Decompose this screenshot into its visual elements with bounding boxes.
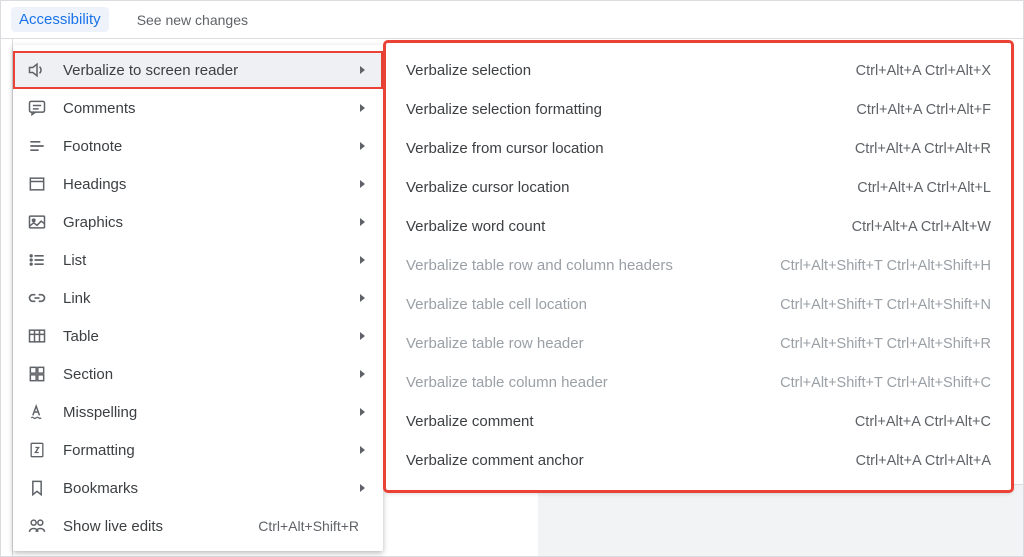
menu-item-label: List (63, 252, 360, 269)
submenu-item-shortcut: Ctrl+Alt+A Ctrl+Alt+W (852, 219, 991, 235)
submenu-item-label: Verbalize table row and column headers (406, 257, 673, 274)
submenu-item-label: Verbalize cursor location (406, 179, 569, 196)
submenu-item-verbalize-table-row-header: Verbalize table row header Ctrl+Alt+Shift… (386, 324, 1011, 363)
menu-item-list[interactable]: List (13, 241, 383, 279)
submenu-arrow-icon (360, 142, 365, 150)
menu-item-verbalize-to-screen-reader[interactable]: Verbalize to screen reader (13, 51, 383, 89)
table-icon (27, 326, 47, 346)
submenu-item-shortcut: Ctrl+Alt+Shift+T Ctrl+Alt+Shift+R (780, 336, 991, 352)
toolbar: Accessibility See new changes (1, 1, 1023, 39)
menu-item-shortcut: Ctrl+Alt+Shift+R (258, 518, 359, 534)
submenu-item-shortcut: Ctrl+Alt+Shift+T Ctrl+Alt+Shift+C (780, 375, 991, 391)
menu-item-footnote[interactable]: Footnote (13, 127, 383, 165)
submenu-item-verbalize-comment-anchor[interactable]: Verbalize comment anchor Ctrl+Alt+A Ctrl+… (386, 441, 1011, 480)
submenu-item-shortcut: Ctrl+Alt+A Ctrl+Alt+L (857, 180, 991, 196)
speaker-icon (27, 60, 47, 80)
accessibility-menu: Verbalize to screen reader Comments Footno… (13, 45, 383, 551)
submenu-arrow-icon (360, 180, 365, 188)
submenu-item-shortcut: Ctrl+Alt+A Ctrl+Alt+X (856, 63, 991, 79)
submenu-arrow-icon (360, 332, 365, 340)
bookmarks-icon (27, 478, 47, 498)
submenu-arrow-icon (360, 446, 365, 454)
formatting-icon (27, 440, 47, 460)
misspelling-icon (27, 402, 47, 422)
submenu-item-label: Verbalize comment (406, 413, 534, 430)
menu-item-formatting[interactable]: Formatting (13, 431, 383, 469)
submenu-arrow-icon (360, 370, 365, 378)
link-icon (27, 288, 47, 308)
see-new-changes-label: See new changes (137, 12, 248, 28)
section-icon (27, 364, 47, 384)
submenu-item-verbalize-table-cell-location: Verbalize table cell location Ctrl+Alt+Sh… (386, 285, 1011, 324)
submenu-item-label: Verbalize table column header (406, 374, 608, 391)
submenu-item-verbalize-table-column-header: Verbalize table column header Ctrl+Alt+Sh… (386, 363, 1011, 402)
menu-item-label: Formatting (63, 442, 360, 459)
submenu-item-label: Verbalize word count (406, 218, 545, 235)
menu-item-label: Misspelling (63, 404, 360, 421)
submenu-arrow-icon (360, 104, 365, 112)
submenu-item-shortcut: Ctrl+Alt+A Ctrl+Alt+R (855, 141, 991, 157)
submenu-arrow-icon (360, 256, 365, 264)
ruler-strip (1, 39, 13, 556)
submenu-item-label: Verbalize table row header (406, 335, 584, 352)
menu-item-section[interactable]: Section (13, 355, 383, 393)
menu-item-table[interactable]: Table (13, 317, 383, 355)
submenu-item-label: Verbalize table cell location (406, 296, 587, 313)
doc-right-bg (538, 484, 1023, 556)
accessibility-tab-label: Accessibility (19, 11, 101, 28)
submenu-item-shortcut: Ctrl+Alt+Shift+T Ctrl+Alt+Shift+N (780, 297, 991, 313)
graphics-icon (27, 212, 47, 232)
submenu-item-verbalize-comment[interactable]: Verbalize comment Ctrl+Alt+A Ctrl+Alt+C (386, 402, 1011, 441)
submenu-arrow-icon (360, 408, 365, 416)
menu-item-label: Footnote (63, 138, 360, 155)
see-new-changes-button[interactable]: See new changes (129, 8, 256, 32)
accessibility-tab[interactable]: Accessibility (11, 7, 109, 32)
menu-item-graphics[interactable]: Graphics (13, 203, 383, 241)
menu-item-label: Show live edits (63, 518, 258, 535)
menu-item-bookmarks[interactable]: Bookmarks (13, 469, 383, 507)
comment-icon (27, 98, 47, 118)
menu-item-label: Section (63, 366, 360, 383)
submenu-item-verbalize-word-count[interactable]: Verbalize word count Ctrl+Alt+A Ctrl+Alt+… (386, 207, 1011, 246)
submenu-arrow-icon (360, 294, 365, 302)
menu-item-misspelling[interactable]: Misspelling (13, 393, 383, 431)
footnote-icon (27, 136, 47, 156)
submenu-item-verbalize-selection[interactable]: Verbalize selection Ctrl+Alt+A Ctrl+Alt+X (386, 51, 1011, 90)
menu-item-comments[interactable]: Comments (13, 89, 383, 127)
list-icon (27, 250, 47, 270)
menu-item-show-live-edits[interactable]: Show live editsCtrl+Alt+Shift+R (13, 507, 383, 545)
menu-item-label: Comments (63, 100, 360, 117)
submenu-item-verbalize-selection-formatting[interactable]: Verbalize selection formatting Ctrl+Alt+A… (386, 90, 1011, 129)
menu-item-label: Link (63, 290, 360, 307)
menu-item-headings[interactable]: Headings (13, 165, 383, 203)
submenu-item-label: Verbalize selection (406, 62, 531, 79)
submenu-item-label: Verbalize comment anchor (406, 452, 584, 469)
submenu-arrow-icon (360, 66, 365, 74)
submenu-item-shortcut: Ctrl+Alt+A Ctrl+Alt+A (856, 453, 991, 469)
submenu-item-label: Verbalize from cursor location (406, 140, 604, 157)
menu-item-label: Bookmarks (63, 480, 360, 497)
verbalize-submenu: Verbalize selection Ctrl+Alt+A Ctrl+Alt+X… (386, 43, 1011, 490)
submenu-item-shortcut: Ctrl+Alt+A Ctrl+Alt+F (856, 102, 991, 118)
menu-item-label: Graphics (63, 214, 360, 231)
submenu-arrow-icon (360, 484, 365, 492)
submenu-item-verbalize-from-cursor-location[interactable]: Verbalize from cursor location Ctrl+Alt+A… (386, 129, 1011, 168)
live-edits-icon (27, 516, 47, 536)
submenu-arrow-icon (360, 218, 365, 226)
submenu-item-shortcut: Ctrl+Alt+Shift+T Ctrl+Alt+Shift+H (780, 258, 991, 274)
submenu-item-verbalize-cursor-location[interactable]: Verbalize cursor location Ctrl+Alt+A Ctrl… (386, 168, 1011, 207)
menu-item-label: Table (63, 328, 360, 345)
menu-item-label: Headings (63, 176, 360, 193)
headings-icon (27, 174, 47, 194)
submenu-item-shortcut: Ctrl+Alt+A Ctrl+Alt+C (855, 414, 991, 430)
menu-item-label: Verbalize to screen reader (63, 62, 360, 79)
menu-item-link[interactable]: Link (13, 279, 383, 317)
submenu-item-label: Verbalize selection formatting (406, 101, 602, 118)
submenu-item-verbalize-table-row-and-column-headers: Verbalize table row and column headers Ct… (386, 246, 1011, 285)
